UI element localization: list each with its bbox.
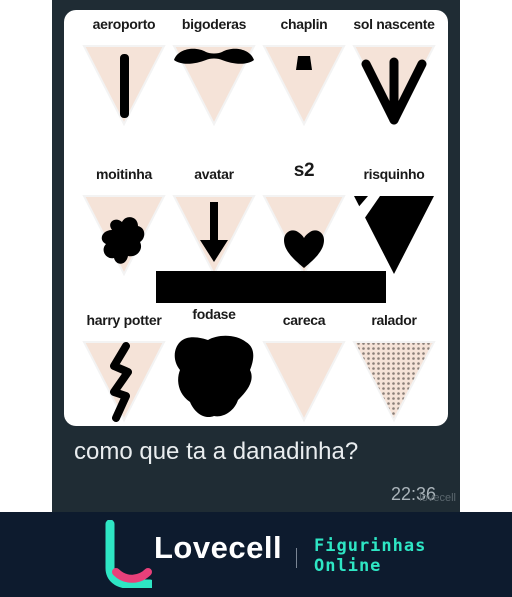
sticker-label: chaplin (280, 16, 328, 32)
message-text: como que ta a danadinha? (74, 438, 359, 465)
sticker-cell-sol-nascente: sol nascente (346, 16, 442, 134)
lightning-bolt-icon (82, 341, 166, 423)
sticker-cell-fodase: fodase (166, 306, 262, 424)
careca-shape-icon (262, 341, 346, 423)
sticker-label: careca (282, 312, 326, 328)
watermark-text: lovecell (419, 492, 456, 504)
tagline-line-2: Online (314, 556, 382, 576)
sticker-cell-aeroporto: aeroporto (76, 16, 172, 134)
tagline-line-1: Figurinhas (314, 536, 427, 556)
brand-footer: Lovecell Figurinhas Online (0, 512, 512, 597)
sol-nascente-shape-icon (352, 45, 436, 127)
sticker-label: s2 (293, 160, 315, 181)
sticker-label: bigoderas (181, 16, 247, 32)
sticker-image[interactable]: aeroporto bigoderas chaplin sol nascente (64, 10, 448, 426)
sticker-label: ralador (371, 312, 417, 328)
brand-name: Lovecell (154, 530, 283, 565)
left-margin (0, 0, 52, 512)
sticker-label: fodase (192, 306, 236, 322)
redaction-bar (156, 271, 386, 303)
heart-icon (262, 195, 346, 277)
sticker-cell-moitinha: moitinha (76, 166, 172, 284)
sticker-cell-chaplin: chaplin (256, 16, 352, 134)
sticker-cell-bigoderas: bigoderas (166, 16, 262, 134)
sticker-cell-harry-potter: harry potter (76, 312, 172, 430)
sticker-label: moitinha (96, 166, 152, 182)
sticker-cell-avatar: avatar (166, 166, 262, 284)
chat-message-bubble[interactable]: aeroporto bigoderas chaplin sol nascente (52, 0, 460, 512)
sticker-label: aeroporto (92, 16, 156, 32)
sticker-label: risquinho (363, 166, 425, 182)
risquinho-shape-icon (354, 196, 434, 274)
sticker-label: avatar (194, 166, 234, 182)
sticker-label: sol nascente (353, 16, 435, 32)
right-margin (460, 0, 512, 512)
sticker-cell-careca: careca (256, 312, 352, 430)
chaplin-shape-icon (262, 45, 346, 127)
aeroporto-shape-icon (82, 45, 166, 127)
avatar-shape-icon (172, 195, 256, 277)
moitinha-shape-icon (82, 195, 166, 277)
fodase-shape-icon (174, 335, 254, 418)
bigoderas-shape-icon (172, 45, 256, 127)
sticker-label: harry potter (86, 312, 162, 328)
sticker-cell-risquinho: risquinho (346, 166, 442, 284)
sticker-cell-s2: s2 (256, 160, 352, 284)
grater-pattern-icon (352, 341, 436, 423)
lovecell-logo-icon (105, 520, 152, 588)
footer-divider (296, 548, 297, 568)
sticker-cell-ralador: ralador (346, 312, 442, 430)
